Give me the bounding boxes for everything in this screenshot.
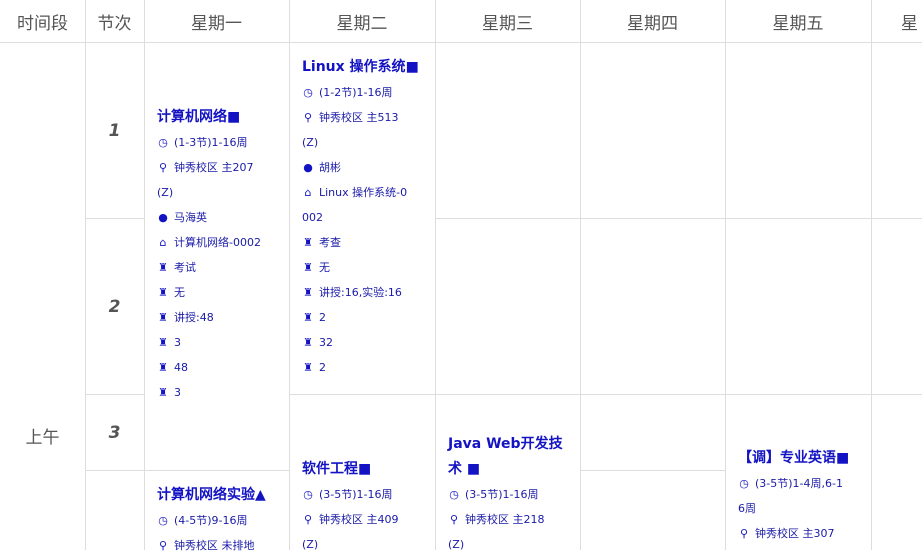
course-total: 32 xyxy=(319,336,333,349)
clock-icon: ◷ xyxy=(449,488,459,501)
grid-line xyxy=(144,470,289,471)
grid-line xyxy=(144,0,145,550)
map-pin-icon: ⚲ xyxy=(303,111,313,124)
course-time: (3-5节)1-16周 xyxy=(465,488,539,501)
clock-icon: ◷ xyxy=(158,514,168,527)
course-location: 钟秀校区 主513 xyxy=(319,111,399,124)
course-card-tue-linux[interactable]: Linux 操作系统■ ◷ (1-2节)1-16周 ⚲ 钟秀校区 主513 (Z) … xyxy=(302,55,432,380)
map-pin-icon: ⚲ xyxy=(158,161,168,174)
header-thursday: 星期四 xyxy=(627,13,678,34)
course-time: (3-5节)1-4周,6-1 xyxy=(755,477,843,490)
course-title: 【调】专业英语■ xyxy=(738,450,850,466)
course-hours: 讲授:16,实验:16 xyxy=(319,286,402,299)
course-total: 48 xyxy=(174,361,188,374)
course-teacher: 胡彬 xyxy=(319,161,341,174)
course-time: (3-5节)1-16周 xyxy=(319,488,393,501)
rook-icon: ♜ xyxy=(158,336,168,349)
header-section: 节次 xyxy=(97,13,132,34)
section-number-3: 3 xyxy=(108,422,121,443)
course-credit: 3 xyxy=(174,336,181,349)
course-time: (1-3节)1-16周 xyxy=(174,136,248,149)
course-title: Java Web开发技术 ■ xyxy=(448,436,563,477)
header-friday: 星期五 xyxy=(772,13,824,34)
home-icon: ⌂ xyxy=(159,236,167,249)
user-icon: ● xyxy=(303,161,313,174)
rook-icon: ♜ xyxy=(303,286,313,299)
course-location-cont: (Z) xyxy=(302,538,319,551)
course-class: 计算机网络-0002 xyxy=(174,236,261,249)
rook-icon: ♜ xyxy=(158,311,168,324)
rook-icon: ♜ xyxy=(158,286,168,299)
course-card-wed-java[interactable]: Java Web开发技术 ■ ◷ (3-5节)1-16周 ⚲ 钟秀校区 主218 (… xyxy=(448,432,576,557)
clock-icon: ◷ xyxy=(158,136,168,149)
course-exam: 考查 xyxy=(319,236,341,249)
course-credit: 2 xyxy=(319,311,326,324)
course-exam: 考试 xyxy=(174,261,196,274)
rook-icon: ♜ xyxy=(158,361,168,374)
header-monday: 星期一 xyxy=(191,13,242,34)
user-icon: ● xyxy=(158,211,168,224)
course-card-mon-net[interactable]: 计算机网络■ ◷ (1-3节)1-16周 ⚲ 钟秀校区 主207 (Z) ● 马海英 … xyxy=(157,105,285,405)
course-card-fri-eng[interactable]: 【调】专业英语■ ◷ (3-5节)1-4周,6-1 6周 ⚲ 钟秀校区 主307 xyxy=(738,446,868,546)
rook-icon: ♜ xyxy=(158,386,168,399)
rook-icon: ♜ xyxy=(303,361,313,374)
grid-line xyxy=(85,470,144,471)
map-pin-icon: ⚲ xyxy=(303,513,313,526)
grid-line xyxy=(725,0,726,550)
clock-icon: ◷ xyxy=(739,477,749,490)
section-number-2: 2 xyxy=(108,296,121,317)
map-pin-icon: ⚲ xyxy=(158,539,168,552)
course-note: 无 xyxy=(174,286,185,299)
grid-line xyxy=(580,0,581,550)
course-note: 无 xyxy=(319,261,330,274)
clock-icon: ◷ xyxy=(303,86,313,99)
clock-icon: ◷ xyxy=(303,488,313,501)
course-location: 钟秀校区 主207 xyxy=(174,161,254,174)
header-period: 时间段 xyxy=(17,13,68,34)
course-title: 计算机网络实验▲ xyxy=(157,487,266,503)
grid-line xyxy=(871,0,872,550)
course-title: 软件工程■ xyxy=(302,461,372,477)
grid-line xyxy=(289,0,290,550)
course-weekly: 3 xyxy=(174,386,181,399)
grid-line xyxy=(289,394,922,395)
course-time: (4-5节)9-16周 xyxy=(174,514,248,527)
map-pin-icon: ⚲ xyxy=(739,527,749,540)
course-card-mon-netlab[interactable]: 计算机网络实验▲ ◷ (4-5节)9-16周 ⚲ 钟秀校区 未排地 xyxy=(157,483,287,558)
rook-icon: ♜ xyxy=(158,261,168,274)
course-location: 钟秀校区 主409 xyxy=(319,513,399,526)
rook-icon: ♜ xyxy=(303,236,313,249)
course-time-cont: 6周 xyxy=(738,502,756,515)
course-location: 钟秀校区 主218 xyxy=(465,513,545,526)
grid-line xyxy=(435,218,922,219)
course-location-cont: (Z) xyxy=(448,538,465,551)
rook-icon: ♜ xyxy=(303,261,313,274)
course-location-cont: (Z) xyxy=(157,186,174,199)
grid-line xyxy=(435,0,436,550)
header-saturday: 星 xyxy=(901,13,918,34)
course-hours: 讲授:48 xyxy=(174,311,214,324)
course-class: Linux 操作系统-0 xyxy=(319,186,408,199)
period-morning: 上午 xyxy=(25,427,60,448)
header-tuesday: 星期二 xyxy=(336,13,388,34)
course-class-cont: 002 xyxy=(302,211,323,224)
grid-line xyxy=(580,470,725,471)
course-weekly: 2 xyxy=(319,361,326,374)
course-time: (1-2节)1-16周 xyxy=(319,86,393,99)
course-location: 钟秀校区 未排地 xyxy=(174,539,255,552)
home-icon: ⌂ xyxy=(304,186,312,199)
course-card-tue-se[interactable]: 软件工程■ ◷ (3-5节)1-16周 ⚲ 钟秀校区 主409 (Z) xyxy=(302,457,432,557)
course-teacher: 马海英 xyxy=(174,211,207,224)
course-location-cont: (Z) xyxy=(302,136,319,149)
course-title: 计算机网络■ xyxy=(157,109,241,125)
map-pin-icon: ⚲ xyxy=(449,513,459,526)
course-location: 钟秀校区 主307 xyxy=(755,527,835,540)
rook-icon: ♜ xyxy=(303,311,313,324)
header-wednesday: 星期三 xyxy=(482,13,533,34)
rook-icon: ♜ xyxy=(303,336,313,349)
course-title: Linux 操作系统■ xyxy=(302,59,419,75)
section-number-1: 1 xyxy=(108,120,121,141)
